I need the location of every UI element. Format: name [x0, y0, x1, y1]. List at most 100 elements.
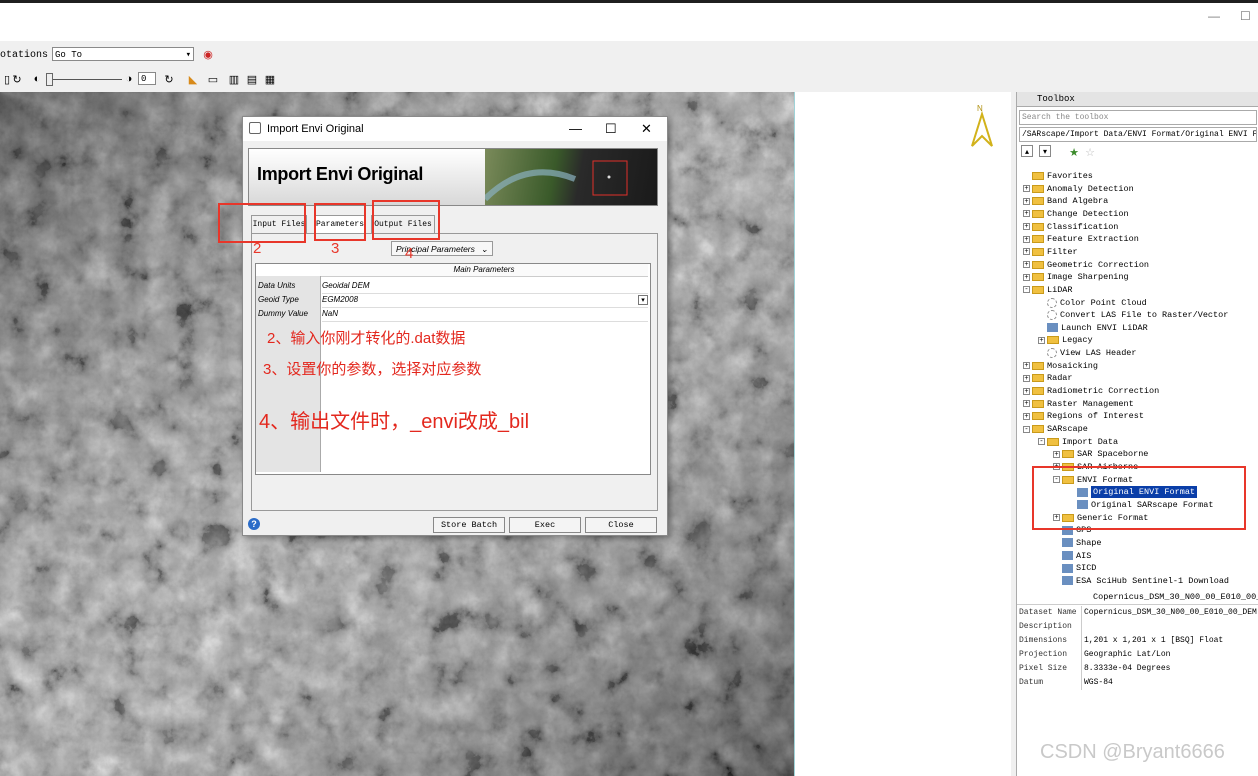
tree-item[interactable]: + Legacy	[1038, 334, 1093, 346]
go-icon[interactable]: ◉	[201, 47, 215, 61]
grid-row-data-units[interactable]: Data Units Geoidal DEM	[256, 279, 650, 294]
tree-item[interactable]: + Anomaly Detection	[1023, 183, 1134, 195]
tree-item-label: Filter	[1047, 246, 1078, 257]
expand-node-icon[interactable]: +	[1023, 273, 1030, 281]
step-number-3: 3	[331, 240, 340, 257]
toolbox-search-input[interactable]: Search the toolbox	[1019, 110, 1257, 125]
property-value: 1,201 x 1,201 x 1 [BSQ] Float	[1081, 634, 1223, 648]
tool-icon	[1062, 563, 1073, 573]
tree-item[interactable]: Favorites	[1023, 170, 1093, 182]
exec-button[interactable]: Exec	[509, 517, 581, 533]
property-row: Dimensions 1,201 x 1,201 x 1 [BSQ] Float	[1017, 634, 1258, 648]
layout-icon-2[interactable]: ▥	[227, 72, 241, 86]
expand-icon[interactable]: ▾	[1039, 145, 1051, 157]
tree-item[interactable]: + Feature Extraction	[1023, 233, 1139, 245]
tree-item[interactable]: + Radar	[1023, 372, 1073, 384]
highlight-parameters	[314, 203, 366, 241]
collapse-icon[interactable]: ▴	[1021, 145, 1033, 157]
expand-node-icon[interactable]: +	[1023, 400, 1030, 408]
tool-icon	[1062, 551, 1073, 560]
tree-item[interactable]: + Band Algebra	[1023, 195, 1108, 207]
minimize-button[interactable]: —	[1208, 9, 1220, 23]
property-value: Geographic Lat/Lon	[1081, 648, 1170, 662]
goto-combo[interactable]: Go To ▾	[52, 47, 194, 61]
reset-icon[interactable]: ↻	[162, 72, 176, 86]
highlight-output-files	[372, 200, 440, 240]
tree-item[interactable]: SICD	[1053, 562, 1096, 574]
grid-row-geoid-type[interactable]: Geoid Type EGM2008 ▾	[256, 293, 650, 308]
expand-node-icon[interactable]: +	[1023, 261, 1030, 269]
help-icon[interactable]: ?	[248, 518, 260, 530]
expand-node-icon[interactable]: +	[1023, 374, 1030, 382]
expand-node-icon[interactable]: +	[1038, 336, 1045, 344]
close-button[interactable]: Close	[585, 517, 657, 533]
tree-item[interactable]: Shape	[1053, 537, 1102, 549]
slider-handle[interactable]	[46, 73, 53, 86]
tree-item-label: AIS	[1076, 550, 1092, 561]
property-key: Projection	[1019, 650, 1068, 659]
app-icon	[249, 122, 261, 134]
add-favorite-icon[interactable]: ★	[1067, 145, 1081, 159]
layout-icon-4[interactable]: ▦	[263, 72, 277, 86]
refresh-icon[interactable]: ↻	[10, 72, 24, 86]
transparency-input[interactable]: 0	[138, 72, 156, 85]
transparency-slider[interactable]	[46, 79, 122, 80]
expand-node-icon[interactable]: +	[1023, 362, 1030, 370]
tree-item[interactable]: AIS	[1053, 550, 1091, 562]
tree-item[interactable]: + Filter	[1023, 246, 1078, 258]
expand-node-icon[interactable]: +	[1023, 412, 1030, 420]
tree-item-label: Radiometric Correction	[1047, 386, 1160, 397]
property-row: Datum WGS-84	[1017, 676, 1258, 690]
folder-icon	[1032, 361, 1044, 370]
remove-favorite-icon[interactable]: ☆	[1083, 145, 1097, 159]
tree-item[interactable]: + Radiometric Correction	[1023, 385, 1159, 397]
collapse-node-icon[interactable]: -	[1023, 286, 1030, 294]
row-value[interactable]: NaN	[322, 307, 648, 322]
contrast-icon: ◑	[125, 73, 133, 85]
row-value[interactable]: EGM2008	[322, 293, 648, 308]
tree-item[interactable]: + Geometric Correction	[1023, 259, 1149, 271]
layout-icon-3[interactable]: ▤	[245, 72, 259, 86]
dialog-maximize-button[interactable]: ☐	[605, 121, 617, 137]
maximize-button[interactable]: ☐	[1240, 9, 1251, 23]
tree-item[interactable]: Launch ENVI LiDAR	[1038, 322, 1148, 334]
folder-icon	[1032, 222, 1044, 231]
expand-node-icon[interactable]: +	[1023, 235, 1030, 243]
layout-icon-1[interactable]: ▭	[206, 72, 220, 86]
collapse-node-icon[interactable]: -	[1023, 425, 1030, 433]
expand-node-icon[interactable]: +	[1053, 450, 1060, 458]
tree-item[interactable]: View LAS Header	[1038, 347, 1137, 359]
tree-item[interactable]: + Regions of Interest	[1023, 410, 1144, 422]
tree-item[interactable]: + Image Sharpening	[1023, 271, 1129, 283]
tree-item[interactable]: + Mosaicking	[1023, 360, 1098, 372]
tree-item[interactable]: + Raster Management	[1023, 398, 1134, 410]
expand-node-icon[interactable]: +	[1023, 387, 1030, 395]
tree-item[interactable]: - SARscape	[1023, 423, 1088, 435]
tree-item[interactable]: Color Point Cloud	[1038, 297, 1147, 309]
dropdown-arrow-icon[interactable]: ▾	[638, 295, 648, 305]
toolbar-row-1: otations ▾ Go To ▾ ◉	[0, 44, 1010, 66]
tree-item[interactable]: + Classification	[1023, 221, 1118, 233]
tree-item[interactable]: Convert LAS File to Raster/Vector	[1038, 309, 1228, 321]
dialog-minimize-button[interactable]: —	[569, 121, 582, 136]
tree-item[interactable]: + SAR Spaceborne	[1053, 448, 1148, 460]
tree-item[interactable]: ESA SciHub Sentinel-1 Download	[1053, 575, 1229, 587]
expand-node-icon[interactable]: +	[1023, 185, 1030, 193]
expand-node-icon[interactable]: +	[1023, 248, 1030, 256]
measure-icon[interactable]: ◣	[186, 72, 200, 86]
tree-item[interactable]: - Import Data	[1038, 436, 1118, 448]
collapse-node-icon[interactable]: -	[1038, 438, 1045, 446]
tree-item[interactable]: + Change Detection	[1023, 208, 1129, 220]
folder-icon	[1032, 184, 1044, 193]
grid-row-dummy-value[interactable]: Dummy Value NaN	[256, 307, 650, 322]
import-envi-dialog: Import Envi Original — ☐ ✕ Import Envi O…	[242, 116, 668, 536]
property-row: Projection Geographic Lat/Lon	[1017, 648, 1258, 662]
row-value[interactable]: Geoidal DEM	[322, 279, 648, 294]
tree-item-label: Band Algebra	[1047, 196, 1109, 207]
expand-node-icon[interactable]: +	[1023, 197, 1030, 205]
expand-node-icon[interactable]: +	[1023, 210, 1030, 218]
store-batch-button[interactable]: Store Batch	[433, 517, 505, 533]
dialog-close-button[interactable]: ✕	[641, 121, 652, 137]
tree-item[interactable]: - LiDAR	[1023, 284, 1073, 296]
expand-node-icon[interactable]: +	[1023, 223, 1030, 231]
